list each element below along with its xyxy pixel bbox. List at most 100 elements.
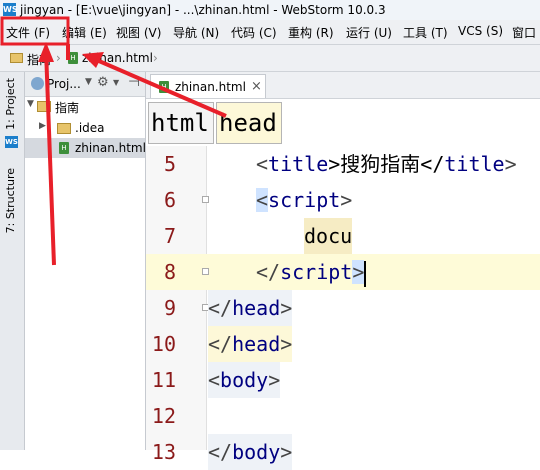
line-number: 9 <box>163 296 176 320</box>
tag-bracket: < <box>256 188 269 212</box>
code-text: </body> <box>208 434 293 470</box>
line-number: 8 <box>163 260 176 284</box>
tag-bracket: </ <box>208 440 233 464</box>
folder-icon <box>37 101 51 112</box>
editor-tab-label: zhinan.html <box>175 80 246 94</box>
title-text: >搜狗指南</ <box>328 152 445 176</box>
code-line: 6 <script> <box>146 182 540 218</box>
line-number: 13 <box>151 440 176 464</box>
code-area[interactable]: 5 <title>搜狗指南</title> 6 <script> 7 docu … <box>146 146 540 470</box>
menu-edit[interactable]: 编辑 (E) <box>62 24 107 41</box>
line-number: 10 <box>151 332 176 356</box>
breadcrumb-html[interactable]: html <box>148 102 214 144</box>
nav-crumb-folder[interactable]: 指南 <box>27 51 51 68</box>
chevron-right-icon: › <box>153 51 158 65</box>
close-icon[interactable]: × <box>251 79 262 94</box>
code-text: <title>搜狗指南</title> <box>256 146 517 182</box>
tag-bracket: </ <box>256 260 281 284</box>
folder-icon <box>10 53 23 63</box>
folder-icon <box>57 123 71 134</box>
code-line: 5 <title>搜狗指南</title> <box>146 146 540 182</box>
code-text: <body> <box>208 362 281 398</box>
tag-bracket: </ <box>208 296 233 320</box>
menu-run[interactable]: 运行 (U) <box>346 24 392 41</box>
breadcrumb-head[interactable]: head <box>216 102 282 144</box>
menu-view[interactable]: 视图 (V) <box>116 24 161 41</box>
tag-bracket: </ <box>208 332 233 356</box>
dropdown-arrow-icon[interactable]: ▼ <box>113 78 119 87</box>
html-file-icon: H <box>159 81 169 93</box>
fold-marker-icon[interactable] <box>202 268 209 275</box>
tag-breadcrumbs: html head <box>146 99 540 145</box>
line-number: 12 <box>151 404 176 428</box>
gear-icon[interactable]: ⚙ <box>97 75 109 90</box>
project-view-selector[interactable]: Proj... <box>47 77 81 91</box>
code-line: 9 </head> <box>146 290 540 326</box>
title-bar: WS jingyan - [E:\vue\jingyan] - ...\zhin… <box>0 0 540 20</box>
tag-name: script <box>280 260 353 284</box>
text-caret <box>364 260 367 287</box>
fold-marker-icon[interactable] <box>202 196 209 203</box>
editor-tab-bar: H zhinan.html × <box>146 72 540 99</box>
tag-bracket: > <box>340 188 353 212</box>
chevron-right-icon: › <box>56 51 61 65</box>
tag-name: body <box>220 368 269 392</box>
tag-bracket: > <box>268 368 281 392</box>
menu-tools[interactable]: 工具 (T) <box>403 24 448 41</box>
nav-crumb-file[interactable]: zhinan.html <box>82 51 153 65</box>
dropdown-arrow-icon[interactable]: ▼ <box>85 77 92 87</box>
project-panel: Proj... ▼ ⚙ ▼ ⊣ ▼ 指南 ▶ .idea H zhinan.ht… <box>25 72 146 450</box>
tree-item-label: 指南 <box>55 101 80 115</box>
project-tool-tab[interactable]: 1: Project <box>4 78 17 130</box>
code-editor: H zhinan.html × html head 5 <title>搜狗指南<… <box>146 72 540 470</box>
expand-down-icon[interactable]: ▼ <box>27 99 34 109</box>
menu-navigate[interactable]: 导航 (N) <box>173 24 219 41</box>
menu-code[interactable]: 代码 (C) <box>231 24 277 41</box>
expand-right-icon[interactable]: ▶ <box>39 121 46 131</box>
code-text: </head> <box>208 326 293 362</box>
tree-item-root-folder[interactable]: ▼ 指南 <box>25 96 145 116</box>
html-file-icon: H <box>59 142 69 154</box>
menu-refactor[interactable]: 重构 (R) <box>288 24 334 41</box>
tag-bracket: < <box>208 368 221 392</box>
tag-name: title <box>268 152 329 176</box>
webstorm-logo-icon: WS <box>3 3 18 16</box>
tag-name: head <box>232 332 281 356</box>
code-line: 11 <body> <box>146 362 540 398</box>
tree-item-idea-folder[interactable]: ▶ .idea <box>25 118 145 138</box>
html-file-icon: H <box>68 52 78 64</box>
tree-item-html-file[interactable]: H zhinan.html <box>25 138 146 158</box>
structure-tool-tab[interactable]: 7: Structure <box>4 168 17 233</box>
menu-window[interactable]: 窗口 <box>512 24 536 41</box>
code-text: </head> <box>208 290 293 326</box>
tag-name: title <box>444 152 505 176</box>
hide-panel-icon[interactable]: ⊣ <box>128 74 140 90</box>
tag-bracket: > <box>352 260 365 284</box>
tag-bracket: > <box>280 332 293 356</box>
code-text: </script> <box>256 254 367 290</box>
tool-window-strip: 1: Project WS 7: Structure <box>0 72 25 450</box>
navigation-bar: 指南 › H zhinan.html › <box>0 45 540 72</box>
menu-vcs[interactable]: VCS (S) <box>458 24 503 38</box>
code-line: 10 </head> <box>146 326 540 362</box>
tree-item-label: zhinan.html <box>75 141 146 155</box>
tree-item-label: .idea <box>75 121 105 135</box>
tag-bracket: > <box>504 152 517 176</box>
editor-tab[interactable]: H zhinan.html × <box>150 74 266 98</box>
code-line: 13 </body> <box>146 434 540 470</box>
webstorm-icon: WS <box>5 136 18 148</box>
tag-bracket: < <box>256 152 269 176</box>
menu-bar: 文件 (F) 编辑 (E) 视图 (V) 导航 (N) 代码 (C) 重构 (R… <box>0 20 540 45</box>
tag-name: head <box>232 296 281 320</box>
code-line: 7 docu <box>146 218 540 254</box>
code-line: 12 <box>146 398 540 434</box>
tag-bracket: > <box>280 440 293 464</box>
code-text: docu <box>304 218 353 254</box>
project-panel-header: Proj... ▼ ⚙ ▼ ⊣ <box>25 72 145 97</box>
tag-name: script <box>268 188 341 212</box>
project-view-icon <box>31 77 44 90</box>
menu-file[interactable]: 文件 (F) <box>6 24 50 41</box>
code-text: <script> <box>256 182 352 218</box>
line-number: 11 <box>151 368 176 392</box>
tag-bracket: > <box>280 296 293 320</box>
